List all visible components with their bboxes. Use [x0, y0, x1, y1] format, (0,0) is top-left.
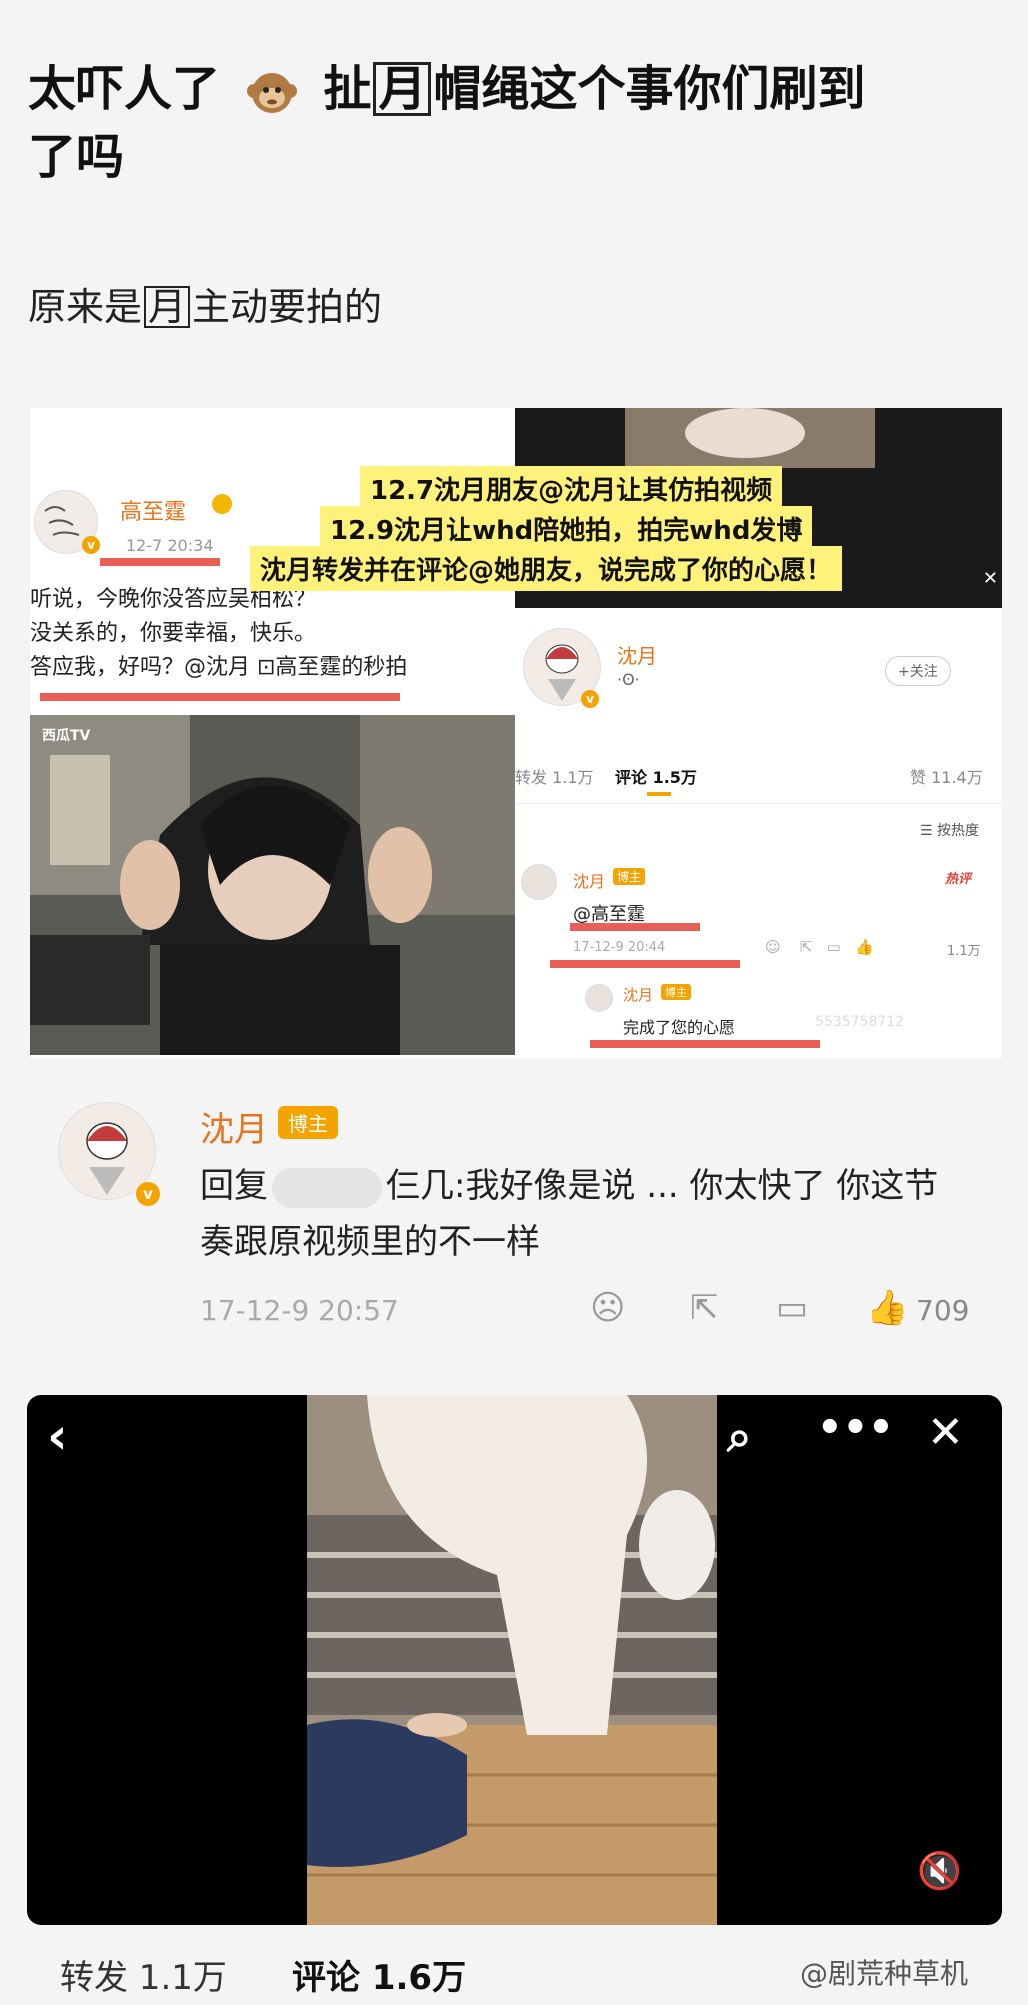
crown-icon	[212, 494, 232, 514]
comment-username[interactable]: 沈月	[623, 984, 653, 1005]
watermark-number: 5535758712	[815, 1014, 905, 1030]
monkey-emoji-icon	[246, 73, 297, 113]
comment-username[interactable]: 沈月	[573, 868, 605, 892]
bottom-action-bar: 转发 1.1万 评论 1.6万 @剧荒种草机	[0, 1940, 1028, 2005]
tab-indicator	[647, 792, 671, 796]
comment-text: 完成了您的心愿	[623, 1018, 736, 1037]
video-frame	[307, 1395, 717, 1925]
title-text-line2: 了吗	[28, 129, 125, 185]
banner-line-1: 12.7沈月朋友@沈月让其仿拍视频	[360, 466, 783, 511]
highlight-line	[40, 693, 400, 701]
highlight-line	[100, 558, 220, 566]
subtitle-text-2: 主动要拍的	[192, 285, 383, 329]
reply-text: 回复 仨几:我好像是说 ... 你太快了 你这节 奏跟原视频里的不一样	[200, 1158, 1000, 1270]
highlight-line	[570, 923, 700, 931]
title-text-2: 扯	[323, 61, 372, 117]
comment-icon[interactable]: ▭	[776, 1288, 808, 1328]
follow-button[interactable]: +关注	[885, 656, 951, 686]
comment-likes: 1.1万	[947, 944, 981, 959]
blurred-name	[272, 1167, 382, 1208]
host-badge: 博主	[613, 868, 646, 885]
more-icon[interactable]: •••	[817, 1405, 894, 1451]
mute-icon[interactable]: 🔇	[917, 1850, 962, 1892]
reply-text-line2: 奏跟原视频里的不一样	[200, 1222, 540, 1262]
sort-icon: ☰	[920, 823, 938, 839]
reply-comment: v 沈月 博主 回复 仨几:我好像是说 ... 你太快了 你这节 奏跟原视频里的不…	[30, 1090, 1002, 1330]
share-icon[interactable]: ⇱	[690, 1288, 719, 1328]
dislike-icon[interactable]: ☹	[590, 1288, 625, 1328]
host-badge: 博主	[278, 1106, 338, 1139]
title-text-1: 太吓人了	[28, 61, 221, 117]
title-box-glyph: 月	[373, 62, 432, 116]
close-icon[interactable]: ✕	[983, 568, 998, 589]
left-body-line2: 没关系的，你要幸福，快乐。	[30, 621, 317, 646]
right-username[interactable]: 沈月	[617, 640, 657, 669]
close-icon[interactable]: ✕	[927, 1407, 964, 1458]
video-thumbnail[interactable]: 西瓜TV	[30, 715, 515, 1055]
left-post-time: 12-7 20:34	[126, 536, 214, 555]
tab-like[interactable]: 赞 11.4万	[910, 764, 983, 788]
reply-text-line1: 仨几:我好像是说 ... 你太快了 你这节	[386, 1166, 939, 1206]
like-icon[interactable]: 👍	[866, 1288, 908, 1328]
sort-label: 按热度	[937, 823, 980, 839]
verified-badge-icon: v	[82, 536, 100, 554]
watermark: @剧荒种草机	[800, 1957, 969, 1990]
reply-time: 17-12-9 20:57	[200, 1294, 399, 1327]
subtitle-text-1: 原来是	[28, 285, 143, 329]
subtitle-box-glyph: 月	[144, 286, 191, 328]
comment-action-icons[interactable]: ☺ ⇱ ▭ 👍	[765, 938, 874, 956]
highlight-line	[550, 960, 740, 968]
comment-time: 17-12-9 20:44	[573, 940, 666, 955]
left-post-body: 听说，今晚你没答应吴柏松？ 没关系的，你要幸福，快乐。 答应我，好吗？@沈月 ⊡…	[30, 583, 515, 685]
verified-badge-icon: v	[136, 1182, 160, 1206]
post-title: 太吓人了 扯月帽绳这个事你们刷到 了吗	[28, 55, 988, 191]
reply-prefix: 回复	[200, 1166, 268, 1206]
avatar	[521, 864, 557, 900]
repost-count[interactable]: 转发 1.1万	[60, 1950, 227, 1999]
left-username[interactable]: 高至霆	[120, 494, 186, 526]
avatar	[585, 984, 613, 1012]
banner-line-2: 12.9沈月让whd陪她拍，拍完whd发博	[320, 506, 813, 551]
video-player[interactable]: ‹ ⌕ ••• ✕ 🔇	[27, 1395, 1002, 1925]
back-icon[interactable]: ‹	[47, 1407, 68, 1465]
reply-likes: 709	[916, 1294, 970, 1327]
reply-username[interactable]: 沈月	[200, 1102, 268, 1151]
post-subtitle: 原来是月主动要拍的	[28, 276, 382, 331]
comment-count[interactable]: 评论 1.6万	[292, 1950, 466, 1999]
video-logo: 西瓜TV	[42, 728, 91, 744]
tab-repost[interactable]: 转发 1.1万	[515, 764, 594, 788]
right-user-sub: ·ʘ·	[617, 670, 640, 689]
tab-comment[interactable]: 评论 1.5万	[615, 764, 697, 788]
banner-line-3: 沈月转发并在评论@她朋友，说完成了你的心愿！	[250, 546, 843, 591]
host-badge: 博主	[661, 984, 691, 1000]
verified-badge-icon: v	[581, 690, 599, 708]
search-icon[interactable]: ⌕	[727, 1411, 752, 1462]
highlight-line	[590, 1040, 820, 1048]
title-text-3: 帽绳这个事你们刷到	[433, 61, 866, 117]
divider	[515, 803, 1002, 804]
sort-hot[interactable]: ☰ 按热度	[920, 820, 979, 840]
collage-image: v 高至霆 12-7 20:34 听说，今晚你没答应吴柏松？ 没关系的，你要幸福…	[30, 408, 1002, 1058]
hot-comment-tag: 热评	[945, 872, 972, 887]
left-body-line3[interactable]: 答应我，好吗？@沈月 ⊡高至霆的秒拍	[30, 651, 515, 685]
